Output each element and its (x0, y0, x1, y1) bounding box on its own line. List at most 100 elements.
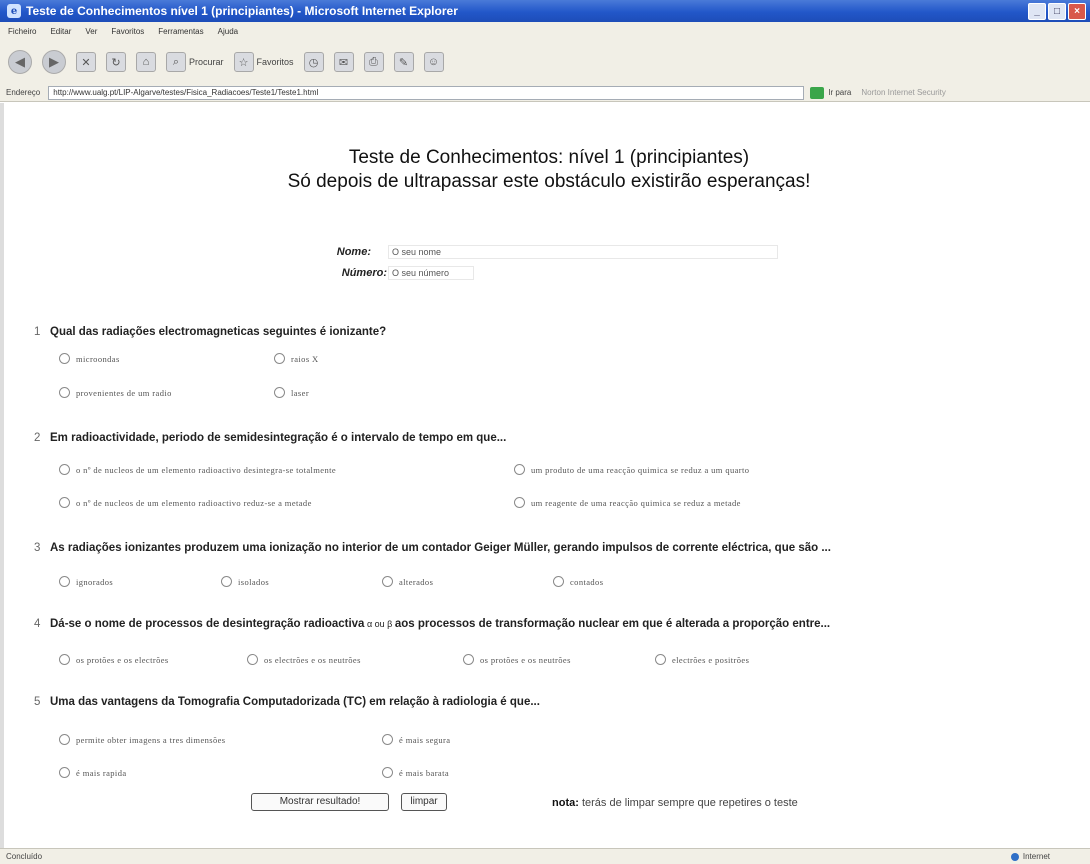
address-bar: Endereço http://www.ualg.pt/LIP-Algarve/… (0, 84, 1090, 102)
favorites-button[interactable]: ☆ Favoritos (233, 48, 294, 76)
note-text: nota: terás de limpar sempre que repetir… (552, 797, 798, 809)
q3-option-1[interactable]: ignorados (59, 576, 113, 587)
menu-ajuda[interactable]: Ajuda (218, 27, 238, 36)
q3-option-2[interactable]: isolados (221, 576, 269, 587)
refresh-icon: ↻ (106, 52, 126, 72)
radio-button[interactable] (382, 767, 393, 778)
radio-button[interactable] (221, 576, 232, 587)
history-icon: ◷ (303, 52, 324, 72)
q2-option-2[interactable]: um produto de uma reacção quimica se red… (514, 464, 749, 475)
menu-ferramentas[interactable]: Ferramentas (158, 27, 203, 36)
menu-ver[interactable]: Ver (85, 27, 97, 36)
menu-editar[interactable]: Editar (50, 27, 71, 36)
menu-ficheiro[interactable]: Ficheiro (8, 27, 36, 36)
question-3: 3 As radiações ionizantes produzem uma io… (34, 542, 831, 554)
q4-option-3[interactable]: os protões e os neutrões (463, 654, 571, 665)
printer-icon: ⎙ (363, 52, 384, 72)
page-title: Teste de Conhecimentos: nível 1 (princip… (287, 147, 811, 192)
q1-option-2[interactable]: raios X (274, 353, 319, 364)
messenger-icon: ☺ (423, 52, 444, 72)
radio-button[interactable] (274, 353, 285, 364)
search-button[interactable]: ⌕ Procurar (166, 48, 224, 76)
radio-button[interactable] (463, 654, 474, 665)
search-icon: ⌕ (166, 52, 186, 72)
stop-icon: ✕ (76, 52, 96, 72)
address-label: Endereço (6, 88, 41, 97)
q1-option-4[interactable]: laser (274, 387, 309, 398)
browser-toolbar: ◀ ▶ ✕ ↻ ⌂ ⌕ Procurar ☆ Favoritos ◷ ✉ ⎙ ✎ ☺ (0, 40, 1090, 84)
q1-option-3[interactable]: provenientes de um radio (59, 387, 172, 398)
question-5: 5 Uma das vantagens da Tomografia Computa… (34, 696, 540, 708)
stop-button[interactable]: ✕ (76, 48, 96, 76)
history-button[interactable]: ◷ (303, 48, 324, 76)
go-button[interactable]: Ir para (810, 86, 851, 99)
address-input[interactable]: http://www.ualg.pt/LIP-Algarve/testes/Fi… (48, 85, 805, 100)
radio-button[interactable] (553, 576, 564, 587)
messenger-button[interactable]: ☺ (423, 48, 444, 76)
radio-button[interactable] (514, 497, 525, 508)
window-title-bar: e Teste de Conhecimentos nível 1 (princi… (0, 0, 1090, 22)
show-result-button[interactable]: Mostrar resultado! (251, 793, 389, 811)
menu-bar: Ficheiro Editar Ver Favoritos Ferramenta… (0, 22, 1090, 40)
status-text: Concluído (6, 852, 43, 861)
security-toolbar-label: Norton Internet Security (861, 88, 946, 97)
go-arrow-icon (810, 86, 825, 99)
q4-option-1[interactable]: os protões e os electrões (59, 654, 169, 665)
question-1: 1 Qual das radiações electromagneticas se… (34, 326, 387, 338)
radio-button[interactable] (382, 734, 393, 745)
mail-button[interactable]: ✉ (333, 48, 354, 76)
radio-button[interactable] (274, 387, 285, 398)
q2-option-4[interactable]: um reagente de uma reacção quimica se re… (514, 497, 741, 508)
question-2: 2 Em radioactividade, periodo de semidesi… (34, 432, 507, 444)
q4-option-2[interactable]: os electrões e os neutrões (247, 654, 361, 665)
refresh-button[interactable]: ↻ (106, 48, 126, 76)
radio-button[interactable] (59, 464, 70, 475)
home-icon: ⌂ (136, 52, 156, 72)
radio-button[interactable] (59, 767, 70, 778)
number-label: Número: (341, 267, 387, 279)
back-button[interactable]: ◀ (8, 48, 32, 76)
radio-button[interactable] (655, 654, 666, 665)
number-input[interactable]: O seu número (388, 266, 474, 280)
radio-button[interactable] (59, 654, 70, 665)
radio-button[interactable] (59, 734, 70, 745)
print-button[interactable]: ⎙ (363, 48, 384, 76)
menu-favoritos[interactable]: Favoritos (111, 27, 144, 36)
page-content: Teste de Conhecimentos: nível 1 (princip… (0, 103, 1090, 848)
star-icon: ☆ (233, 52, 254, 72)
q2-option-1[interactable]: o nº de nucleos de um elemento radioacti… (59, 464, 336, 475)
radio-button[interactable] (514, 464, 525, 475)
home-button[interactable]: ⌂ (136, 48, 156, 76)
q2-option-3[interactable]: o nº de nucleos de um elemento radioacti… (59, 497, 312, 508)
radio-button[interactable] (59, 497, 70, 508)
page-url: http://www.ualg.pt/LIP-Algarve/testes/Fi… (53, 88, 319, 97)
close-button[interactable]: × (1068, 3, 1086, 20)
security-zone: Internet (1010, 852, 1050, 861)
q4-option-4[interactable]: electrões e positrões (655, 654, 749, 665)
radio-button[interactable] (59, 387, 70, 398)
question-4: 4 Dá-se o nome de processos de desintegra… (34, 618, 831, 630)
clear-button[interactable]: limpar (401, 793, 447, 811)
name-input[interactable]: O seu nome (388, 245, 778, 259)
minimize-button[interactable]: _ (1028, 3, 1046, 20)
ie-logo-icon: e (7, 4, 21, 18)
forward-button[interactable]: ▶ (42, 48, 66, 76)
q5-option-2[interactable]: é mais segura (382, 734, 450, 745)
name-label: Nome: (336, 246, 371, 258)
radio-button[interactable] (382, 576, 393, 587)
q3-option-4[interactable]: contados (553, 576, 603, 587)
status-bar: Concluído Internet (0, 848, 1090, 864)
radio-button[interactable] (247, 654, 258, 665)
edit-icon: ✎ (393, 52, 414, 72)
mail-icon: ✉ (333, 52, 354, 72)
q3-option-3[interactable]: alterados (382, 576, 433, 587)
maximize-button[interactable]: □ (1048, 3, 1066, 20)
q1-option-1[interactable]: microondas (59, 353, 120, 364)
edit-button[interactable]: ✎ (393, 48, 414, 76)
q5-option-3[interactable]: é mais rapida (59, 767, 127, 778)
radio-button[interactable] (59, 353, 70, 364)
radio-button[interactable] (59, 576, 70, 587)
q5-option-4[interactable]: é mais barata (382, 767, 449, 778)
window-title: Teste de Conhecimentos nível 1 (principi… (26, 4, 458, 18)
q5-option-1[interactable]: permite obter imagens a tres dimensões (59, 734, 226, 745)
